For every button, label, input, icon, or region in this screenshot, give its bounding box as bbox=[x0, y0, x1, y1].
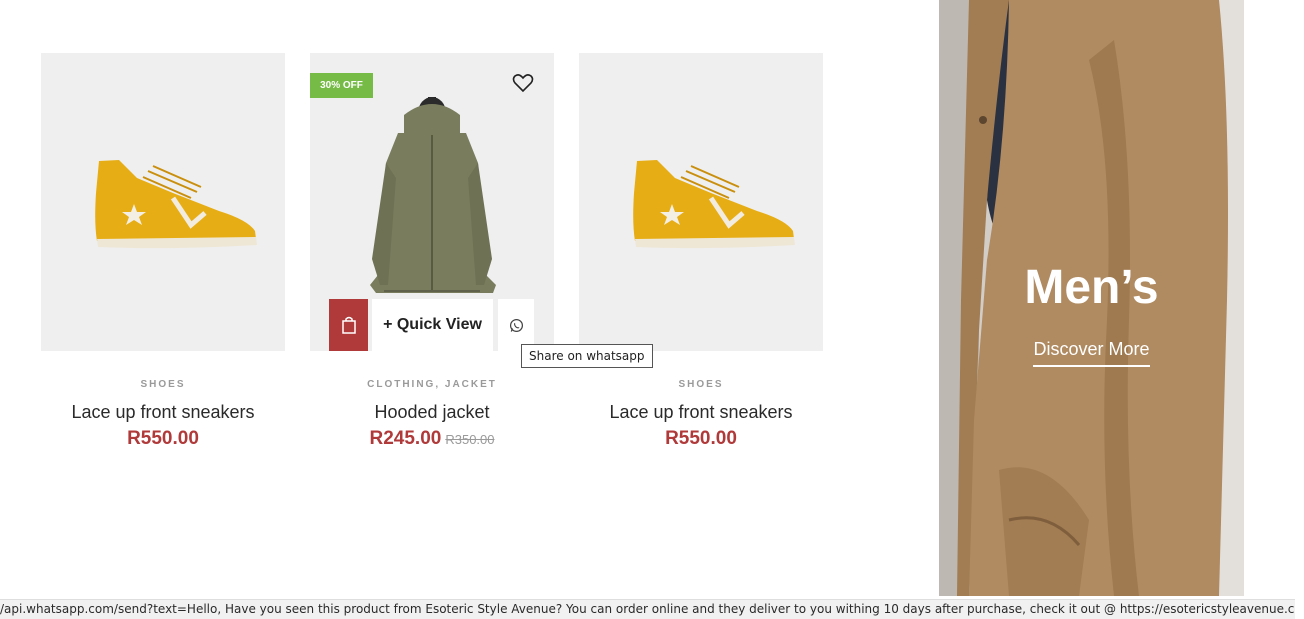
share-tooltip: Share on whatsapp bbox=[521, 344, 653, 368]
product-price: R245.00 bbox=[369, 428, 442, 449]
product-title[interactable]: Lace up front sneakers bbox=[41, 402, 285, 423]
sneaker-image bbox=[633, 160, 795, 249]
mens-category-banner[interactable]: Men’s Discover More bbox=[939, 0, 1244, 596]
whatsapp-icon bbox=[509, 318, 523, 332]
product-title[interactable]: Lace up front sneakers bbox=[579, 402, 823, 423]
product-card[interactable]: SHOES Lace up front sneakers R550.00 bbox=[579, 53, 823, 450]
banner-title: Men’s bbox=[1024, 261, 1159, 314]
product-category[interactable]: CLOTHING, JACKET bbox=[310, 379, 554, 390]
browser-status-bar-url: /api.whatsapp.com/send?text=Hello, Have … bbox=[0, 599, 1295, 619]
sneaker-image bbox=[95, 160, 257, 249]
product-price: R550.00 bbox=[665, 428, 737, 449]
product-category[interactable]: SHOES bbox=[41, 379, 285, 390]
product-image-area[interactable] bbox=[41, 53, 285, 351]
heart-icon[interactable] bbox=[512, 73, 534, 93]
product-card[interactable]: 30% OFF + Quick View CLOTHING, JACKET Ho… bbox=[310, 53, 554, 450]
discover-more-link[interactable]: Discover More bbox=[1033, 339, 1150, 367]
product-image-area[interactable] bbox=[579, 53, 823, 351]
quick-view-button[interactable]: + Quick View bbox=[372, 299, 493, 351]
product-price: R550.00 bbox=[127, 428, 199, 449]
product-category[interactable]: SHOES bbox=[579, 379, 823, 390]
add-to-cart-button[interactable] bbox=[329, 299, 368, 351]
product-title[interactable]: Hooded jacket bbox=[310, 402, 554, 423]
discount-badge: 30% OFF bbox=[310, 73, 373, 98]
product-old-price: R350.00 bbox=[445, 432, 495, 447]
product-image-area[interactable]: 30% OFF + Quick View bbox=[310, 53, 554, 351]
product-card[interactable]: SHOES Lace up front sneakers R550.00 bbox=[41, 53, 285, 450]
shopping-bag-icon bbox=[341, 316, 356, 334]
